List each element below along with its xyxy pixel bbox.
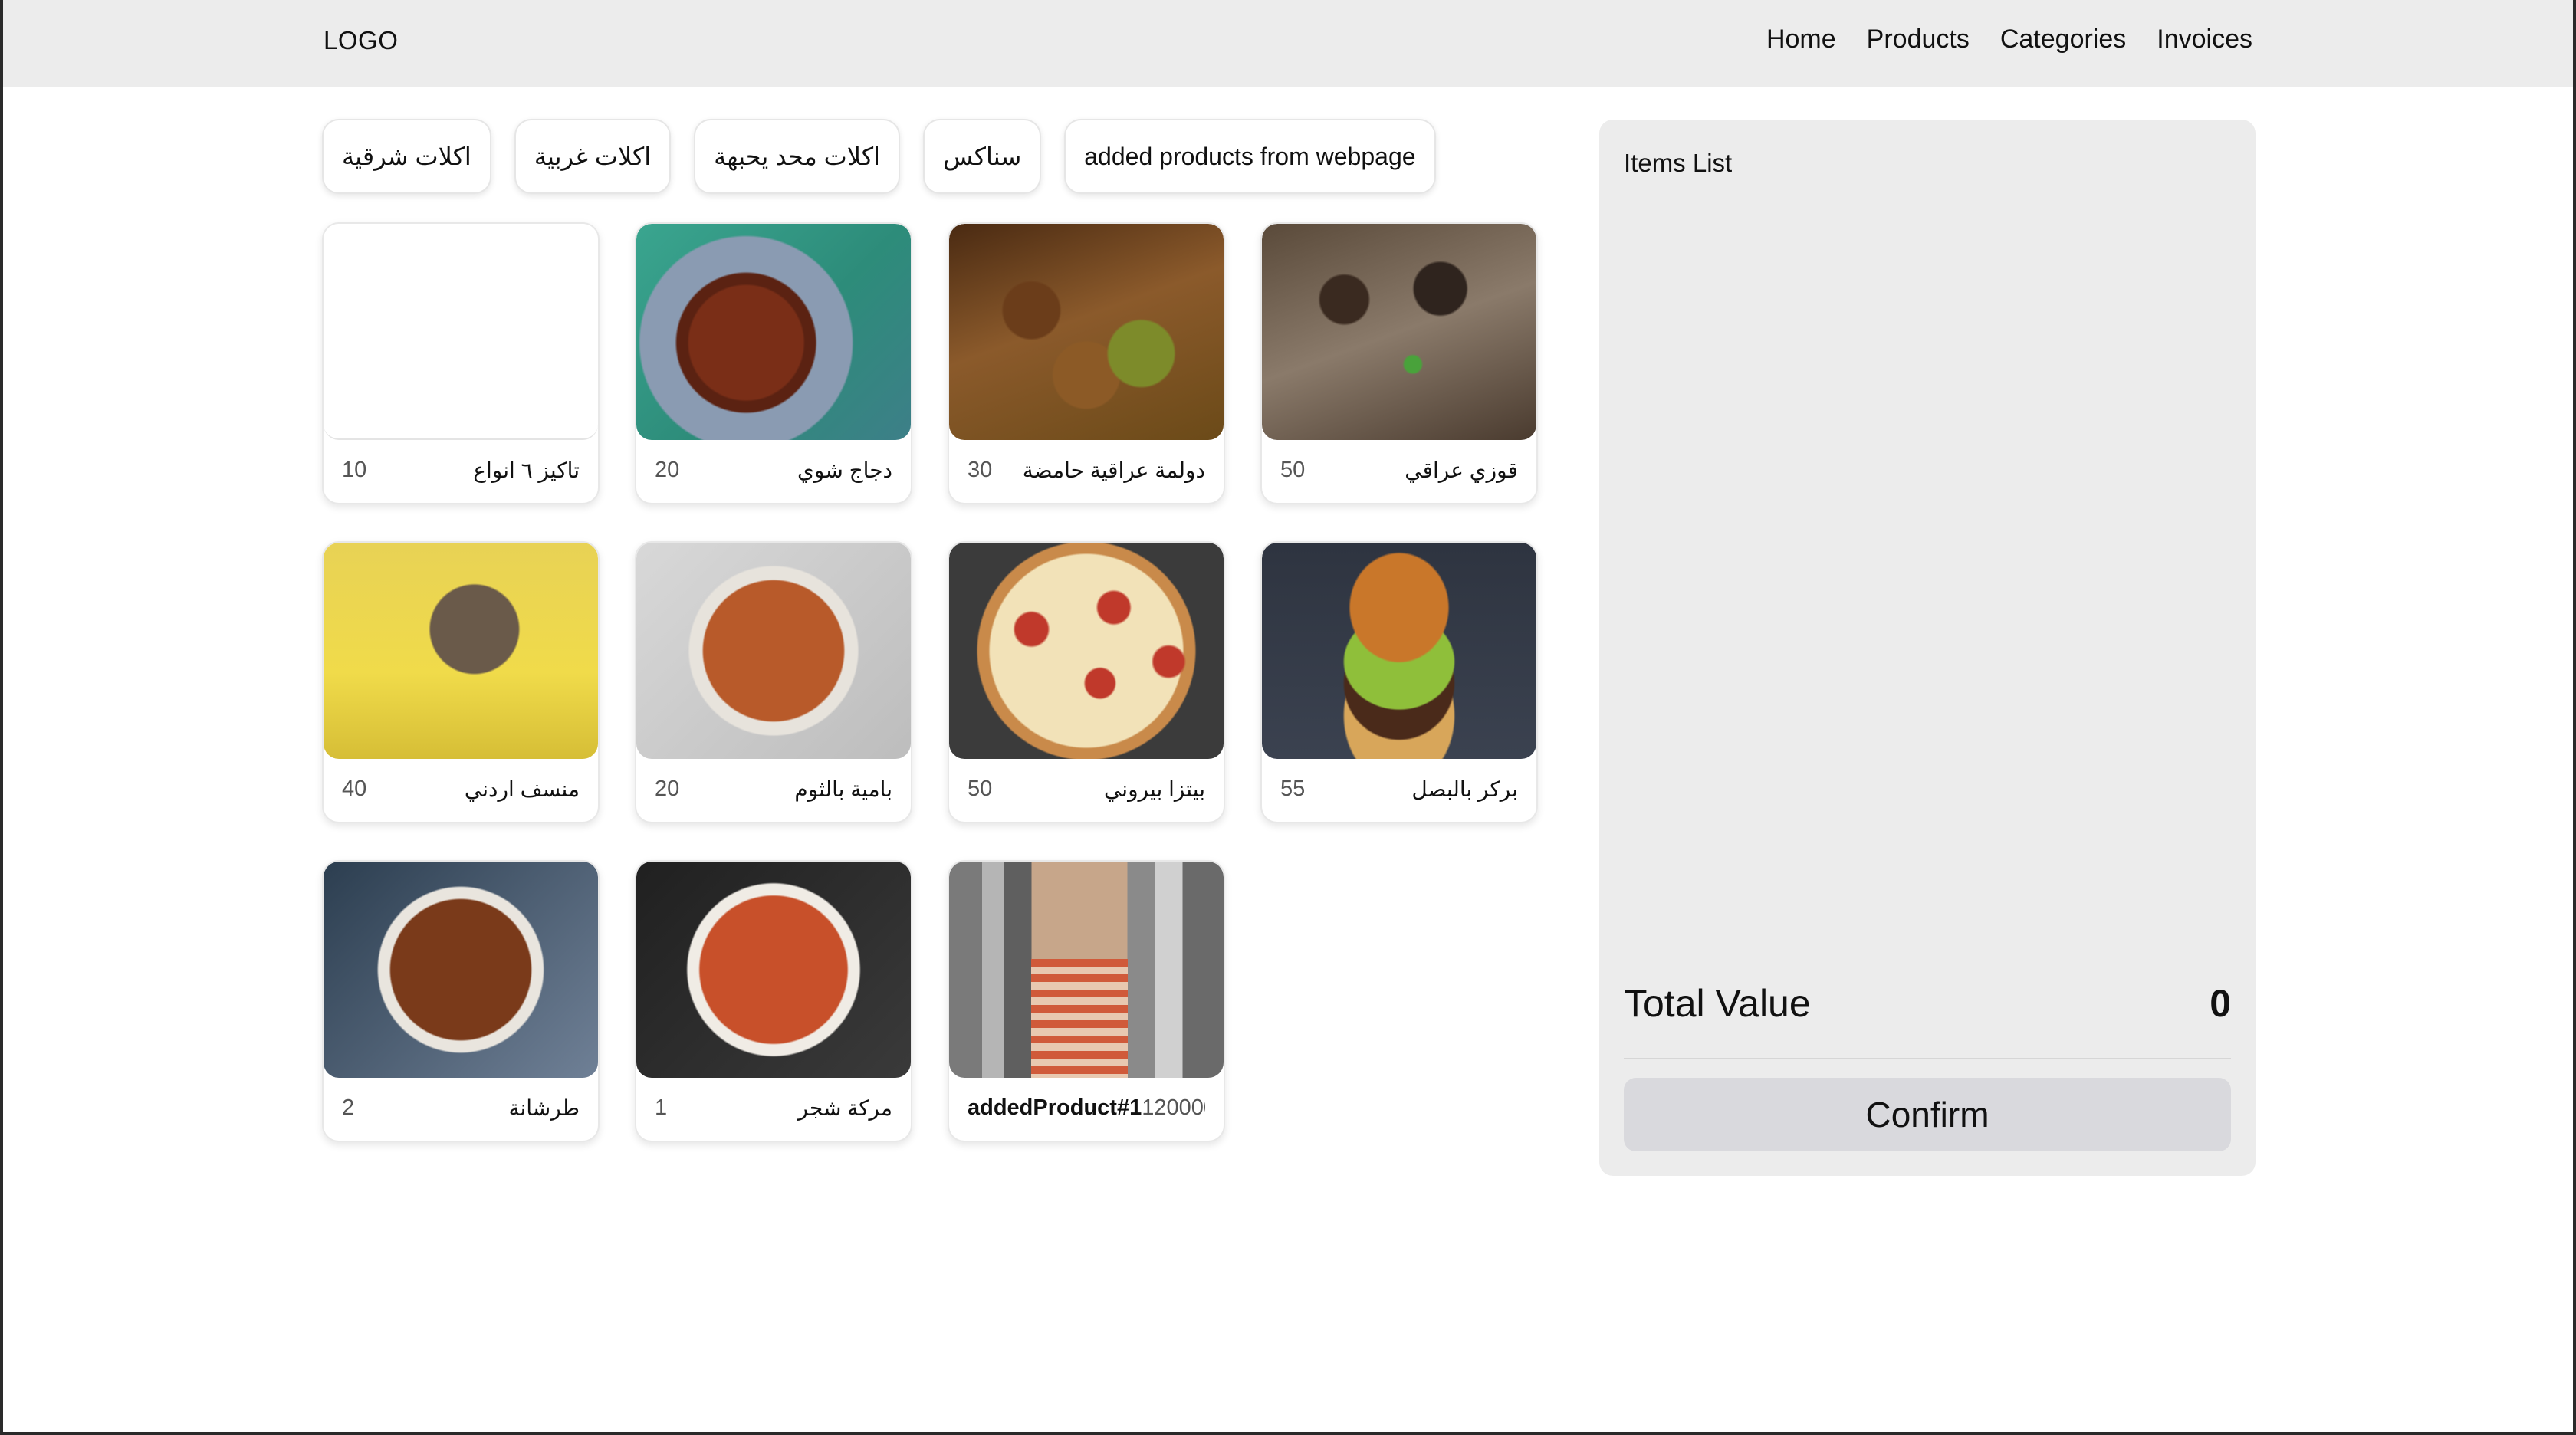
product-price: 50 [1280, 457, 1306, 482]
product-image [324, 224, 598, 440]
product-price: 20 [655, 776, 680, 801]
product-card[interactable]: 2 طرشانة [322, 860, 600, 1142]
product-name: بركر بالبصل [1411, 777, 1518, 801]
product-name: addedProduct#1 [968, 1095, 1142, 1120]
product-image [1262, 543, 1536, 759]
product-price: 1200000 [1142, 1095, 1205, 1120]
category-chip-eastern[interactable]: اكلات شرقية [322, 119, 491, 194]
product-card[interactable]: addedProduct#1 1200000 [948, 860, 1225, 1142]
total-label: Total Value [1624, 982, 1811, 1025]
product-image [949, 224, 1224, 440]
product-name: طرشانة [508, 1095, 580, 1120]
product-image [324, 862, 598, 1078]
product-price: 1 [655, 1095, 668, 1120]
product-price: 55 [1280, 776, 1306, 801]
divider [1624, 1058, 2231, 1059]
product-card[interactable]: 50 بيتزا بيروني [948, 541, 1225, 823]
product-price: 20 [655, 457, 680, 482]
product-name: قوزي عراقي [1405, 458, 1518, 482]
product-image [636, 543, 911, 759]
category-chip-unloved[interactable]: اكلات محد يحبهة [694, 119, 900, 194]
product-name: مركة شجر [797, 1095, 892, 1120]
product-card[interactable]: 55 بركر بالبصل [1260, 541, 1538, 823]
product-name: دولمة عراقية حامضة [1022, 458, 1205, 482]
product-name: منسف اردني [464, 777, 580, 801]
confirm-button[interactable]: Confirm [1624, 1078, 2231, 1151]
product-card[interactable]: 20 دجاج شوي [635, 222, 912, 504]
nav-invoices[interactable]: Invoices [2157, 25, 2252, 54]
items-list-title: Items List [1624, 149, 1733, 177]
items-list-panel: Items List Total Value 0 Confirm [1599, 120, 2256, 1176]
product-name: بيتزا بيروني [1103, 777, 1205, 801]
product-price: 50 [968, 776, 993, 801]
product-card[interactable]: 40 منسف اردني [322, 541, 600, 823]
product-card[interactable]: 50 قوزي عراقي [1260, 222, 1538, 504]
product-card[interactable]: 30 دولمة عراقية حامضة [948, 222, 1225, 504]
total-row: Total Value 0 [1624, 981, 2231, 1026]
product-price: 40 [342, 776, 367, 801]
category-chip-western[interactable]: اكلات غربية [514, 119, 672, 194]
product-price: 2 [342, 1095, 355, 1120]
product-card[interactable]: 10 تاكيز ٦ انواع [322, 222, 600, 504]
nav-categories[interactable]: Categories [2000, 25, 2126, 54]
total-value: 0 [2210, 982, 2231, 1025]
top-navbar: LOGO Home Products Categories Invoices [3, 0, 2573, 87]
category-filter-bar: اكلات شرقية اكلات غربية اكلات محد يحبهة … [322, 119, 1436, 194]
product-image [1262, 224, 1536, 440]
product-name: بامية بالثوم [794, 777, 892, 801]
logo[interactable]: LOGO [324, 26, 398, 55]
product-image [949, 543, 1224, 759]
product-image [949, 862, 1224, 1078]
category-chip-added-products[interactable]: added products from webpage [1064, 119, 1436, 194]
nav-products[interactable]: Products [1867, 25, 1970, 54]
nav-home[interactable]: Home [1766, 25, 1836, 54]
product-card[interactable]: 20 بامية بالثوم [635, 541, 912, 823]
product-price: 30 [968, 457, 993, 482]
product-card[interactable]: 1 مركة شجر [635, 860, 912, 1142]
product-image [636, 224, 911, 440]
product-name: تاكيز ٦ انواع [473, 458, 580, 482]
product-name: دجاج شوي [797, 458, 892, 482]
product-grid: 10 تاكيز ٦ انواع 20 دجاج شوي 30 دولمة عر… [322, 222, 1538, 1142]
category-chip-snacks[interactable]: سناكس [923, 119, 1042, 194]
product-image [324, 543, 598, 759]
product-price: 10 [342, 457, 367, 482]
main-nav: Home Products Categories Invoices [1766, 25, 2252, 54]
product-image [636, 862, 911, 1078]
